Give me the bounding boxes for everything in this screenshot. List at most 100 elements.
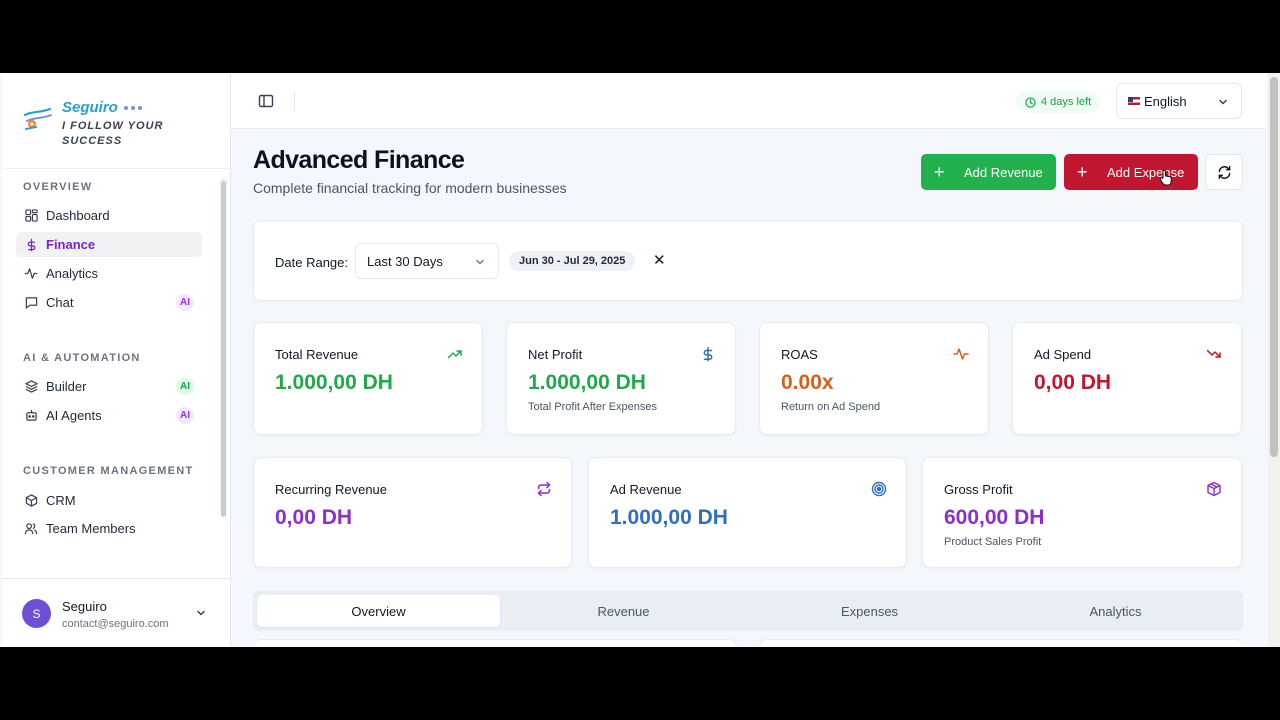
page-title: Advanced Finance bbox=[253, 146, 465, 174]
repeat-icon bbox=[537, 481, 551, 497]
section-ai-automation: AI & AUTOMATION bbox=[23, 352, 141, 364]
stat-subtitle: Product Sales Profit bbox=[944, 536, 1042, 548]
chevron-down-icon bbox=[476, 259, 484, 265]
stat-value: 600,00 DH bbox=[944, 506, 1045, 529]
stat-title: Ad Revenue bbox=[610, 482, 682, 497]
stat-card-total-revenue: Total Revenue 1.000,00 DH bbox=[253, 322, 483, 435]
add-expense-button[interactable]: + Add Expense bbox=[1064, 154, 1198, 190]
tab-overview[interactable]: Overview bbox=[257, 595, 500, 627]
users-icon bbox=[24, 522, 38, 536]
page-scrollbar[interactable] bbox=[1270, 77, 1278, 457]
stat-value: 0,00 DH bbox=[275, 506, 353, 529]
stat-title: Total Revenue bbox=[275, 347, 359, 362]
stat-title: Recurring Revenue bbox=[275, 482, 388, 497]
tab-revenue[interactable]: Revenue bbox=[502, 595, 745, 627]
stat-card-recurring-revenue: Recurring Revenue 0,00 DH bbox=[253, 457, 572, 568]
sidebar-item-label: AI Agents bbox=[46, 408, 102, 423]
sidebar-item-ai-agents[interactable]: AI Agents AI bbox=[16, 403, 202, 428]
stat-card-net-profit: Net Profit 1.000,00 DH Total Profit Afte… bbox=[506, 322, 736, 435]
layers-icon bbox=[24, 380, 38, 394]
sidebar-item-label: Finance bbox=[46, 237, 96, 252]
trending-down-icon bbox=[1206, 349, 1221, 358]
clear-date-icon[interactable]: ✕ bbox=[653, 253, 666, 268]
date-filter-card: Date Range: Last 30 Days Jun 30 - Jul 29… bbox=[253, 220, 1243, 301]
sidebar-item-label: Chat bbox=[46, 295, 74, 310]
stat-subtitle: Return on Ad Spend bbox=[781, 401, 881, 413]
dollar-icon bbox=[24, 238, 38, 252]
stat-title: Net Profit bbox=[528, 347, 583, 362]
tab-analytics[interactable]: Analytics bbox=[994, 595, 1237, 627]
brand: Seguiro I FOLLOW YOUR SUCCESS bbox=[2, 73, 231, 169]
finance-tabs: Overview Revenue Expenses Analytics bbox=[253, 591, 1243, 631]
trial-text: 4 days left bbox=[1041, 96, 1092, 108]
user-profile[interactable]: S Seguiro contact@seguiro.com bbox=[2, 578, 231, 647]
content-card bbox=[253, 639, 737, 647]
stat-title: ROAS bbox=[781, 347, 818, 362]
content-card bbox=[759, 639, 1243, 647]
add-revenue-label: Add Revenue bbox=[964, 164, 1043, 180]
stat-subtitle: Total Profit After Expenses bbox=[528, 401, 658, 413]
stat-title: Ad Spend bbox=[1034, 347, 1092, 362]
clock-icon bbox=[1025, 96, 1036, 108]
sidebar-item-label: Analytics bbox=[46, 266, 99, 281]
date-range-value: Last 30 Days bbox=[367, 253, 443, 269]
brand-name: Seguiro bbox=[62, 99, 118, 116]
chat-icon bbox=[24, 296, 38, 310]
section-overview: OVERVIEW bbox=[23, 181, 93, 193]
user-email: contact@seguiro.com bbox=[62, 618, 169, 630]
stat-value: 0.00x bbox=[781, 371, 834, 394]
tab-expenses[interactable]: Expenses bbox=[748, 595, 991, 627]
box-icon bbox=[1207, 481, 1221, 497]
grid-icon bbox=[24, 209, 38, 223]
activity-icon bbox=[953, 348, 969, 360]
us-flag-icon bbox=[1128, 97, 1140, 105]
sidebar-item-label: Dashboard bbox=[46, 208, 110, 223]
divider bbox=[294, 91, 295, 111]
plus-icon: + bbox=[934, 162, 945, 182]
refresh-button[interactable] bbox=[1205, 154, 1243, 190]
sidebar-item-crm[interactable]: CRM bbox=[16, 488, 202, 513]
top-bar: 4 days left English bbox=[231, 73, 1267, 129]
trial-badge: 4 days left bbox=[1016, 91, 1101, 113]
language-select[interactable]: English bbox=[1116, 83, 1242, 119]
avatar: S bbox=[22, 599, 51, 628]
language-value: English bbox=[1144, 93, 1187, 109]
sidebar-item-finance[interactable]: Finance bbox=[16, 232, 202, 257]
page-subtitle: Complete financial tracking for modern b… bbox=[253, 180, 567, 196]
hand-cursor-icon bbox=[1159, 169, 1172, 186]
sidebar-toggle-icon[interactable] bbox=[258, 93, 274, 109]
target-icon bbox=[871, 481, 887, 497]
user-name: Seguiro bbox=[62, 599, 107, 614]
stat-value: 1.000,00 DH bbox=[528, 371, 646, 394]
brand-tagline: I FOLLOW YOUR SUCCESS bbox=[62, 120, 164, 147]
chevron-down-icon bbox=[197, 610, 205, 616]
sidebar-item-dashboard[interactable]: Dashboard bbox=[16, 203, 202, 228]
sidebar-item-builder[interactable]: Builder AI bbox=[16, 374, 202, 399]
dollar-icon bbox=[703, 346, 713, 362]
stat-value: 1.000,00 DH bbox=[275, 371, 393, 394]
package-icon bbox=[24, 494, 38, 508]
trending-up-icon bbox=[447, 350, 462, 359]
app-window: Seguiro I FOLLOW YOUR SUCCESS OVERVIEW D… bbox=[0, 73, 1280, 647]
activity-icon bbox=[24, 267, 38, 281]
add-revenue-button[interactable]: + Add Revenue bbox=[921, 154, 1056, 190]
sidebar-item-label: CRM bbox=[46, 493, 76, 508]
stat-card-ad-spend: Ad Spend 0,00 DH bbox=[1012, 322, 1242, 435]
section-customer-management: CUSTOMER MANAGEMENT bbox=[23, 465, 194, 477]
sidebar-item-chat[interactable]: Chat AI bbox=[16, 290, 202, 315]
sidebar-scrollbar[interactable] bbox=[221, 181, 226, 517]
stat-value: 1.000,00 DH bbox=[610, 506, 728, 529]
date-range-label: Date Range: bbox=[275, 255, 348, 270]
stat-value: 0,00 DH bbox=[1034, 371, 1112, 394]
sidebar: Seguiro I FOLLOW YOUR SUCCESS OVERVIEW D… bbox=[2, 73, 231, 647]
ai-badge: AI bbox=[176, 378, 194, 395]
stat-card-roas: ROAS 0.00x Return on Ad Spend bbox=[759, 322, 989, 435]
ai-badge: AI bbox=[176, 294, 194, 311]
sidebar-item-team-members[interactable]: Team Members bbox=[16, 516, 202, 541]
bot-icon bbox=[24, 409, 38, 423]
date-range-select[interactable]: Last 30 Days bbox=[355, 243, 499, 279]
ai-badge: AI bbox=[176, 407, 194, 424]
sidebar-item-analytics[interactable]: Analytics bbox=[16, 261, 202, 286]
sidebar-item-label: Builder bbox=[46, 379, 87, 394]
stat-card-ad-revenue: Ad Revenue 1.000,00 DH bbox=[588, 457, 907, 568]
